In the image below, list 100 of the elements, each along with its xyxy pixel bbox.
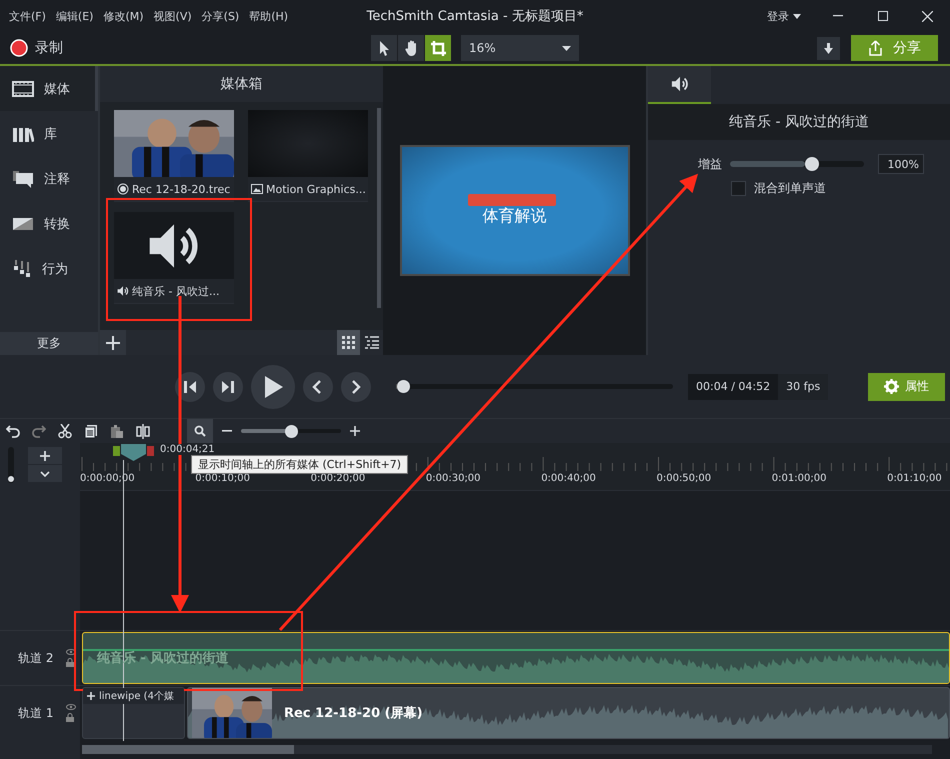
gain-label: 增益 [698, 156, 722, 172]
checkbox[interactable] [731, 181, 746, 196]
search-icon [194, 425, 206, 437]
download-button[interactable] [817, 36, 840, 60]
eye-icon[interactable] [66, 704, 76, 710]
scissors-icon [58, 424, 72, 438]
time-label: 0:01:10;00 [887, 473, 943, 484]
slider-thumb[interactable] [285, 424, 298, 438]
clip-label: linewipe (4个媒 [83, 688, 184, 704]
menu-item[interactable]: 帮助(H) [244, 8, 294, 24]
menu-item[interactable]: 文件(F) [4, 8, 51, 24]
scrollbar-thumb[interactable] [82, 745, 294, 754]
clip-title: 纯音乐 - 风吹过的街道 [648, 104, 950, 140]
eye-icon[interactable] [66, 649, 76, 655]
video-clip[interactable]: Rec 12-18-20 (屏幕) [187, 687, 950, 739]
audio-tab[interactable] [648, 66, 711, 104]
checkbox-label: 混合到单声道 [754, 180, 826, 197]
zoom-in-button[interactable] [347, 426, 363, 436]
window-title: TechSmith Camtasia - 无标题项目* [366, 8, 584, 25]
zoom-to-fit-button[interactable] [187, 419, 213, 443]
step-back-button[interactable] [175, 372, 205, 402]
grid-icon [342, 336, 355, 349]
view-button[interactable] [337, 330, 360, 355]
group-clip[interactable]: linewipe (4个媒 [82, 687, 185, 739]
crop-icon [430, 40, 446, 56]
speech-bubble-icon [12, 168, 34, 188]
scrollbar[interactable] [377, 108, 381, 308]
media-tile[interactable]: Motion Graphics... [248, 110, 368, 202]
sidebar-item[interactable]: 转换 [0, 201, 98, 246]
menu-item[interactable]: 编辑(E) [50, 8, 98, 24]
clip-label: Rec 12-18-20 (屏幕) [284, 705, 423, 722]
menu-item[interactable]: 修改(M) [98, 8, 149, 24]
sidebar-item[interactable]: 媒体 [0, 66, 98, 111]
plus-icon [87, 692, 95, 700]
more-button[interactable]: 更多 [0, 332, 98, 355]
share-icon [868, 40, 883, 56]
chevron-right-icon [349, 380, 363, 394]
playhead-line[interactable] [123, 460, 124, 741]
speaker-icon [117, 285, 129, 297]
headline: 体育解说 [482, 206, 546, 227]
plus-icon [106, 336, 120, 350]
menu-item[interactable]: 视图(V) [148, 8, 197, 24]
tooltip: 显示时间轴上的所有媒体 (Ctrl+Shift+7) [191, 455, 408, 474]
step-back-icon [183, 380, 197, 394]
redo-icon [32, 424, 46, 438]
lock-icon[interactable] [66, 713, 74, 722]
close-icon [922, 10, 933, 22]
tool-button[interactable] [398, 35, 424, 61]
account-menu[interactable]: 登录 [767, 8, 801, 24]
media-tile[interactable]: Rec 12-18-20.trec [114, 110, 234, 202]
slider-thumb[interactable] [8, 476, 14, 482]
slider-thumb[interactable] [397, 380, 410, 393]
hand-icon [404, 39, 418, 57]
track-name: 轨道 1 [18, 704, 54, 722]
gain-slider[interactable] [730, 157, 864, 171]
playhead-time: 0:00:04;21 [158, 444, 217, 455]
record-icon [10, 39, 28, 57]
speaker-icon [670, 75, 688, 93]
playback-slider[interactable] [396, 380, 673, 393]
minimize-icon [832, 15, 842, 17]
slider-thumb[interactable] [804, 157, 819, 171]
plus-icon [40, 450, 50, 460]
time-display: 00:04 / 04:52 [695, 380, 772, 393]
playhead-handle[interactable] [113, 444, 155, 461]
caret-icon [793, 14, 801, 18]
track-height-slider[interactable] [8, 447, 14, 483]
gear-icon [884, 379, 900, 394]
sidebar-item[interactable]: 行为 [0, 246, 98, 291]
sidebar-item[interactable]: 库 [0, 111, 98, 156]
plus-icon [350, 426, 360, 436]
step-forward-button[interactable] [213, 372, 243, 402]
tool-button[interactable] [371, 35, 397, 61]
list-icon [364, 336, 378, 349]
image-icon [251, 184, 263, 194]
play-icon [263, 376, 283, 398]
next-button[interactable] [341, 372, 371, 402]
add-button[interactable] [100, 330, 126, 355]
time-label: 0:01:00;00 [772, 473, 828, 484]
zoom-dropdown[interactable]: 16% [461, 35, 579, 61]
split-icon [136, 424, 150, 438]
gain-field[interactable]: 100% [878, 154, 924, 174]
play-button[interactable] [251, 364, 295, 408]
record-icon [117, 183, 129, 195]
copy-icon [84, 424, 98, 438]
time-label: 0:00:40;00 [541, 473, 597, 484]
film-icon [12, 80, 34, 98]
step-forward-icon [221, 380, 235, 394]
menu-item[interactable]: 分享(S) [196, 8, 244, 24]
time-label: 0:00:10;00 [195, 473, 251, 484]
lock-icon[interactable] [66, 658, 74, 667]
previous-button[interactable] [303, 372, 333, 402]
sidebar-item[interactable]: 注释 [0, 156, 98, 201]
media-tile[interactable]: 纯音乐 - 风吹过... [114, 212, 234, 304]
expand-button[interactable] [28, 465, 62, 482]
zoom-slider[interactable] [241, 424, 341, 438]
add-track-button[interactable] [28, 447, 62, 464]
time-label: 0:00:30;00 [426, 473, 482, 484]
scrollbar[interactable] [82, 745, 932, 754]
caret-icon [562, 46, 571, 50]
record-button[interactable]: 录制 [0, 39, 371, 57]
